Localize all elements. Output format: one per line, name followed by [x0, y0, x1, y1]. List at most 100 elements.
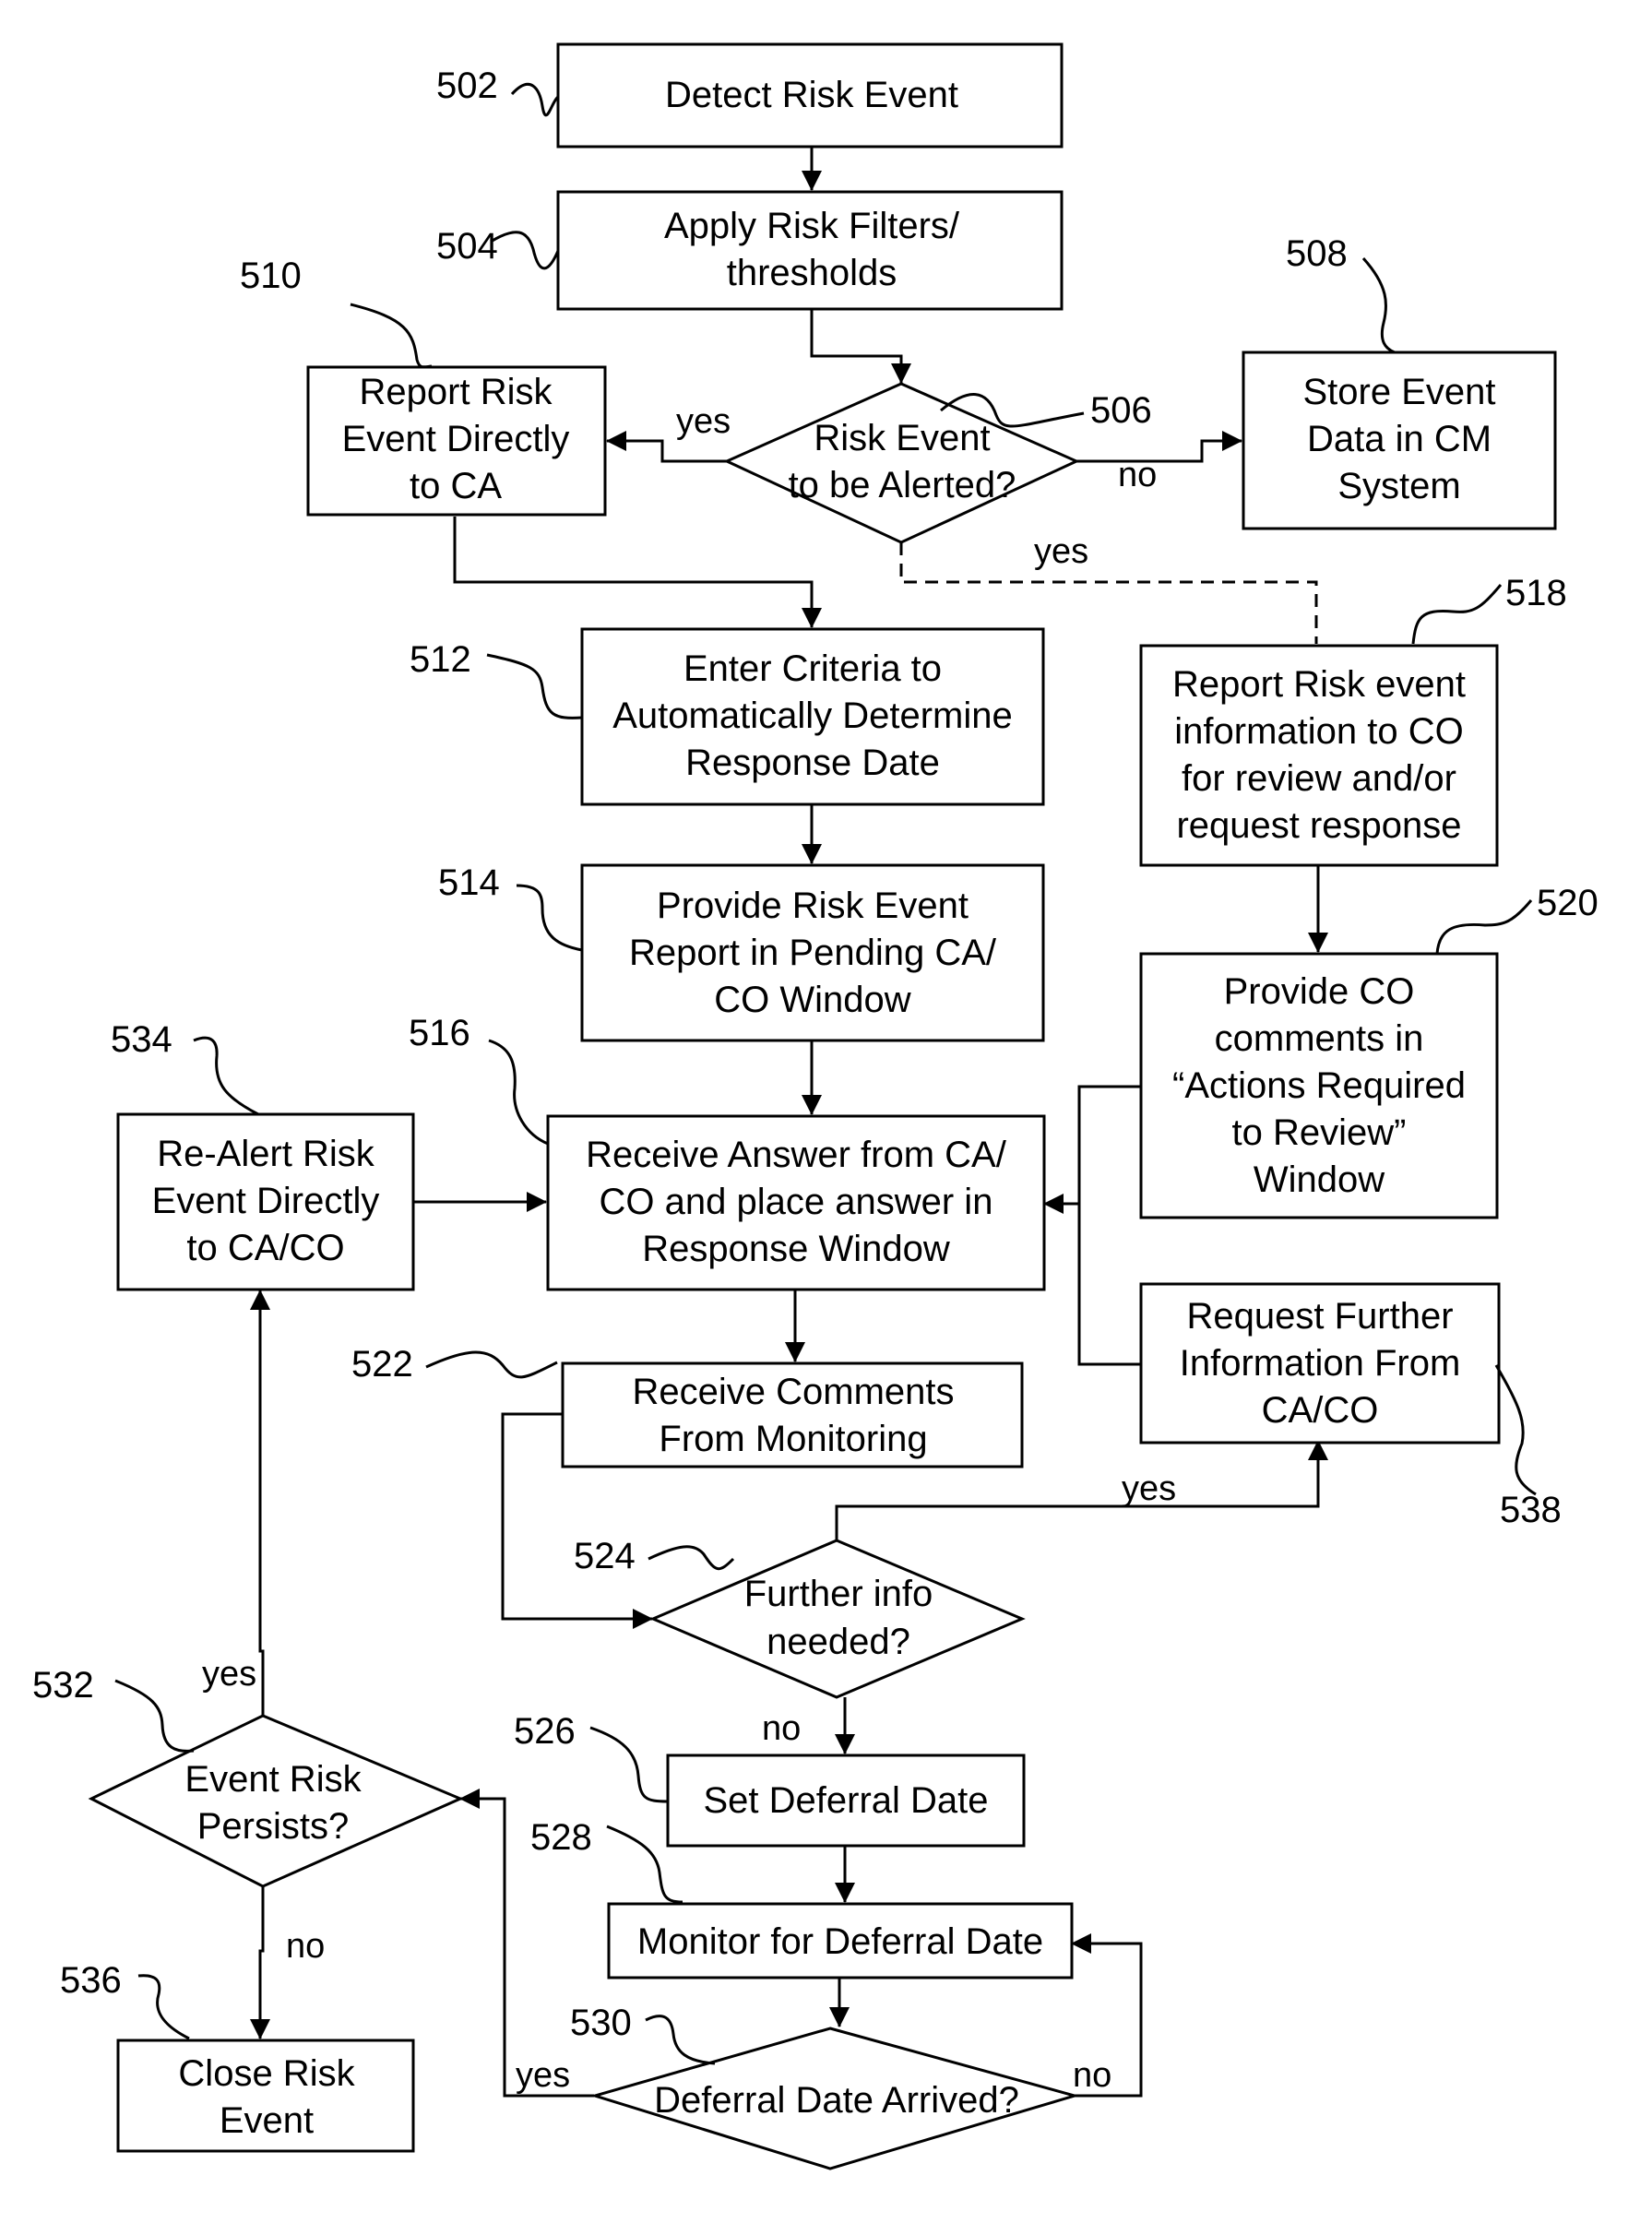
edge-label-532-no: no	[286, 1927, 325, 1966]
svg-text:CA/CO: CA/CO	[1262, 1390, 1379, 1431]
svg-text:thresholds: thresholds	[727, 253, 897, 293]
node-530-deferral-date-arrived-decision[interactable]: Deferral Date Arrived?	[589, 2027, 1080, 2170]
svg-text:Persists?: Persists?	[197, 1806, 350, 1847]
edge-label-524-no: no	[762, 1709, 801, 1748]
node-512-enter-criteria[interactable]: Enter Criteria to Automatically Determin…	[580, 627, 1045, 806]
svg-text:Deferral Date Arrived?: Deferral Date Arrived?	[654, 2080, 1019, 2121]
svg-text:Re-Alert Risk: Re-Alert Risk	[157, 1134, 375, 1174]
node-526-set-deferral-date[interactable]: Set Deferral Date	[666, 1754, 1026, 1848]
svg-text:request response: request response	[1176, 805, 1461, 846]
node-534-re-alert-risk-event[interactable]: Re-Alert Risk Event Directly to CA/CO	[116, 1112, 415, 1291]
ref-514: 514	[438, 862, 500, 903]
node-536-close-risk-event[interactable]: Close Risk Event	[116, 2039, 415, 2153]
svg-text:Report Risk: Report Risk	[360, 372, 553, 412]
svg-text:Report in Pending CA/: Report in Pending CA/	[629, 933, 997, 973]
ref-516: 516	[409, 1013, 470, 1053]
svg-text:Receive Answer from CA/: Receive Answer from CA/	[586, 1135, 1007, 1175]
node-528-monitor-deferral-date[interactable]: Monitor for Deferral Date	[607, 1902, 1074, 1979]
svg-text:Information From: Information From	[1180, 1343, 1461, 1384]
node-524-further-info-needed-decision[interactable]: Further info needed?	[649, 1539, 1026, 1699]
svg-text:Further info: Further info	[744, 1574, 933, 1614]
leader-522	[425, 1350, 558, 1379]
svg-text:to CA/CO: to CA/CO	[186, 1228, 344, 1268]
leader-514	[516, 884, 583, 952]
svg-text:Receive Comments: Receive Comments	[632, 1372, 954, 1412]
ref-522: 522	[351, 1344, 413, 1385]
svg-text:System: System	[1337, 466, 1460, 506]
leader-510	[350, 303, 433, 369]
node-508-store-event-data[interactable]: Store Event Data in CM System	[1242, 351, 1557, 530]
svg-text:From Monitoring: From Monitoring	[659, 1419, 927, 1459]
svg-text:Provide CO: Provide CO	[1224, 971, 1415, 1012]
ref-532: 532	[32, 1665, 94, 1706]
leader-538	[1494, 1364, 1537, 1496]
edge-label-530-no: no	[1073, 2056, 1111, 2095]
node-510-report-risk-event-to-ca[interactable]: Report Risk Event Directly to CA	[306, 365, 607, 517]
ref-504: 504	[436, 226, 498, 267]
svg-text:Enter Criteria to: Enter Criteria to	[683, 648, 942, 689]
ref-530: 530	[570, 2003, 632, 2043]
svg-text:Provide Risk Event: Provide Risk Event	[657, 886, 969, 926]
svg-text:CO and place answer in: CO and place answer in	[600, 1182, 993, 1222]
leader-502	[510, 82, 560, 117]
svg-text:Data in CM: Data in CM	[1307, 419, 1492, 459]
edge-510-512	[453, 517, 822, 628]
svg-text:Close Risk: Close Risk	[178, 2053, 355, 2094]
node-520-provide-co-comments[interactable]: Provide CO comments in “Actions Required…	[1139, 952, 1499, 1219]
ref-506: 506	[1090, 390, 1152, 431]
svg-text:Response Window: Response Window	[642, 1229, 950, 1269]
edge-520-516	[1077, 1085, 1140, 1366]
node-502-detect-risk-event[interactable]: Detect Risk Event	[556, 42, 1064, 149]
leader-504	[490, 231, 560, 270]
node-514-provide-risk-event-report[interactable]: Provide Risk Event Report in Pending CA/…	[580, 863, 1045, 1042]
svg-text:to be Alerted?: to be Alerted?	[789, 465, 1016, 505]
node-522-receive-comments[interactable]: Receive Comments From Monitoring	[561, 1361, 1024, 1468]
ref-528: 528	[530, 1817, 592, 1858]
leader-508	[1361, 256, 1396, 354]
svg-text:information to CO: information to CO	[1174, 711, 1463, 752]
ref-520: 520	[1537, 883, 1599, 923]
ref-510: 510	[240, 256, 302, 296]
svg-text:Apply Risk Filters/: Apply Risk Filters/	[664, 206, 960, 246]
edge-label-524-yes: yes	[1122, 1469, 1176, 1508]
leader-532	[114, 1679, 195, 1753]
edge-506-508	[1076, 431, 1242, 463]
svg-text:Event Risk: Event Risk	[184, 1759, 362, 1800]
node-532-event-risk-persists-decision[interactable]: Event Risk Persists?	[88, 1714, 464, 1888]
node-516-receive-answer[interactable]: Receive Answer from CA/ CO and place ans…	[546, 1114, 1046, 1291]
ref-502: 502	[436, 65, 498, 106]
ref-526: 526	[514, 1711, 576, 1752]
edge-504-506	[810, 310, 911, 384]
node-518-report-to-co[interactable]: Report Risk event information to CO for …	[1139, 644, 1499, 867]
ref-518: 518	[1505, 573, 1567, 613]
svg-text:Detect Risk Event: Detect Risk Event	[665, 75, 958, 115]
edge-label-532-yes: yes	[202, 1655, 256, 1694]
svg-text:to Review”: to Review”	[1232, 1112, 1407, 1153]
svg-text:comments in: comments in	[1215, 1018, 1424, 1059]
svg-text:for review and/or: for review and/or	[1182, 758, 1456, 799]
svg-text:Event Directly: Event Directly	[152, 1181, 380, 1221]
leader-534	[193, 1036, 259, 1116]
ref-534: 534	[111, 1019, 172, 1060]
svg-text:CO Window: CO Window	[714, 980, 910, 1020]
edge-label-530-yes: yes	[516, 2056, 570, 2095]
ref-524: 524	[574, 1536, 636, 1576]
leader-518	[1411, 584, 1503, 645]
svg-text:Window: Window	[1254, 1159, 1385, 1200]
node-504-apply-risk-filters[interactable]: Apply Risk Filters/ thresholds	[556, 190, 1064, 311]
leader-512	[486, 653, 583, 719]
ref-512: 512	[410, 639, 471, 680]
leader-524	[648, 1545, 735, 1571]
svg-text:to CA: to CA	[410, 466, 502, 506]
leader-516	[488, 1039, 549, 1146]
ref-508: 508	[1286, 233, 1348, 274]
svg-text:Event Directly: Event Directly	[342, 419, 570, 459]
edge-label-506-yes-dashed: yes	[1034, 532, 1088, 571]
svg-text:Automatically Determine: Automatically Determine	[612, 695, 1013, 736]
node-538-request-further-info[interactable]: Request Further Information From CA/CO	[1139, 1282, 1501, 1444]
node-506-risk-event-to-be-alerted-decision[interactable]: Risk Event to be Alerted?	[723, 382, 1080, 544]
leader-536	[137, 1974, 190, 2040]
leader-530	[645, 2015, 716, 2065]
svg-text:Risk Event: Risk Event	[814, 418, 990, 458]
ref-536: 536	[60, 1960, 122, 2001]
